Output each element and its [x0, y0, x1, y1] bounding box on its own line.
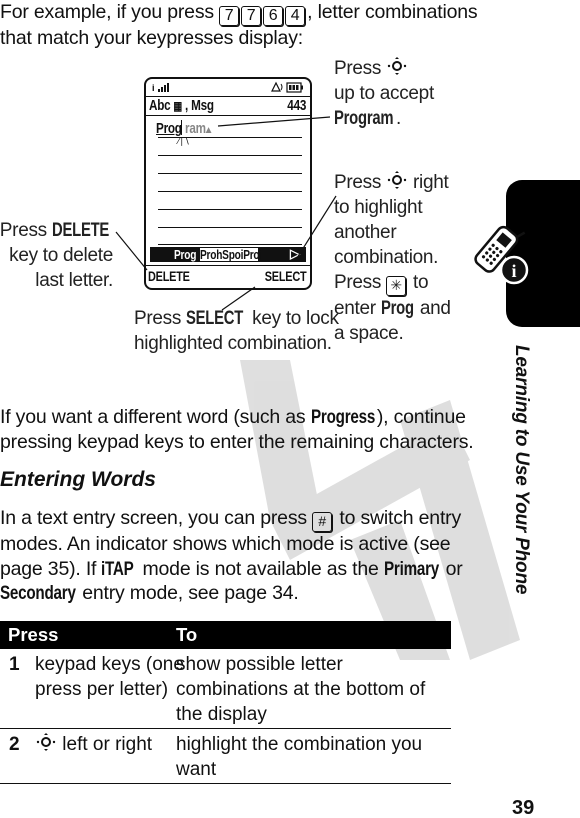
- key-4: 4: [285, 6, 306, 26]
- callout-select: Press SELECT key to lock highlighted com…: [134, 308, 339, 354]
- key-7: 7: [219, 6, 240, 26]
- character-counter: 443: [287, 97, 306, 114]
- callout-delete: Press DELETE key to delete last letter.: [0, 220, 113, 291]
- combination-bar: Prog ProhSpoiProi ▷: [150, 246, 306, 262]
- section-heading: Entering Words: [0, 468, 156, 491]
- nav-key-icon: [36, 733, 56, 751]
- paragraph-different-word: If you want a different word (such as Pr…: [0, 406, 474, 453]
- right-arrow-icon: ▷: [290, 246, 300, 261]
- battery-icon: [286, 82, 303, 93]
- column-header-to: To: [176, 624, 198, 645]
- svg-text:i: i: [152, 83, 155, 93]
- combination-options: ProhSpoiProi: [200, 247, 262, 262]
- softkey-delete[interactable]: DELETE: [148, 268, 190, 284]
- softkey-select[interactable]: SELECT: [264, 268, 306, 284]
- star-key-icon: ✳: [386, 276, 407, 296]
- key-7: 7: [241, 6, 262, 26]
- svg-text:i: i: [511, 261, 516, 281]
- page-number: 39: [512, 797, 535, 818]
- message-header: Abc ▦ , Msg 443: [146, 96, 310, 116]
- phone-screen-illustration: i Abc ▦ , Msg 443 Prog ram▲ ⁄∣∖ Prog Proh…: [144, 77, 312, 290]
- key-6: 6: [263, 6, 284, 26]
- table-header: Press To: [0, 621, 451, 649]
- signal-strength-icon: i: [152, 83, 169, 93]
- softkey-bar: DELETE SELECT: [146, 265, 310, 288]
- intro-paragraph: For example, if you press 7764, letter c…: [0, 1, 478, 49]
- phone-info-icon: i: [474, 225, 529, 285]
- table-row: 2 left or right highlight the combinatio…: [0, 729, 451, 784]
- table-row: 1 keypad keys (one press per letter) sho…: [0, 649, 451, 729]
- ringer-icon: [271, 81, 283, 92]
- callout-highlight: Press right to highlight another combina…: [334, 171, 451, 344]
- paragraph-entry-modes: In a text entry screen, you can press # …: [0, 507, 463, 604]
- text-entry: Prog ram▲: [156, 120, 214, 137]
- callout-accept: Press up to accept Program.: [334, 57, 434, 129]
- combination-selected: Prog: [174, 247, 197, 262]
- pound-key-icon: #: [312, 512, 333, 532]
- nav-key-icon: [387, 57, 407, 75]
- column-header-press: Press: [8, 624, 59, 645]
- instruction-table: Press To 1 keypad keys (one press per le…: [0, 621, 451, 784]
- chapter-title: Learning to Use Your Phone: [511, 345, 532, 595]
- nav-key-icon: [387, 171, 407, 189]
- entry-mode-indicator: Abc ▦ , Msg: [149, 97, 214, 114]
- status-bar: i: [152, 81, 304, 95]
- dictionary-icon: ▦: [173, 99, 183, 113]
